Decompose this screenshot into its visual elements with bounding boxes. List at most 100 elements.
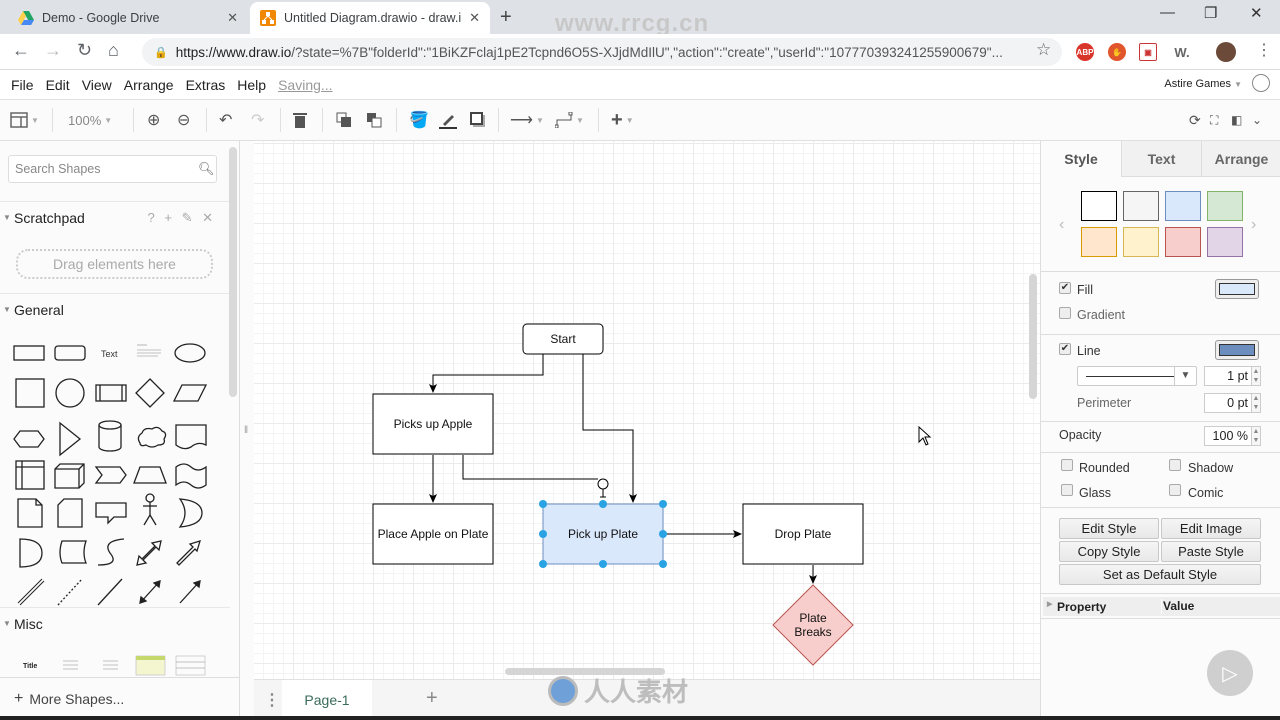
line-width-spinner[interactable]: ▲ ▼ (1251, 366, 1261, 386)
shape-or[interactable] (178, 498, 203, 528)
undo-button[interactable]: ↶ (219, 110, 232, 130)
toggle-panel-button[interactable]: ◧ (1231, 110, 1242, 130)
scratchpad-dropzone[interactable]: Drag elements here (16, 249, 213, 279)
video-play-overlay-icon[interactable]: ▷ (1207, 650, 1253, 696)
zoom-select[interactable]: 100% ▼ (68, 110, 112, 130)
shape-curve[interactable] (97, 538, 125, 566)
shape-textbox[interactable] (137, 344, 161, 357)
property-table-header[interactable]: ▶ Property Value (1043, 597, 1280, 616)
browser-tab-drawio[interactable]: Untitled Diagram.drawio - draw.io ✕ (250, 2, 490, 34)
resize-handle-s[interactable] (599, 560, 607, 568)
home-icon[interactable]: ⌂ (108, 40, 119, 61)
add-page-button[interactable]: + (426, 687, 438, 710)
style-swatch[interactable] (1081, 227, 1117, 257)
zoom-out-button[interactable]: ⊖ (177, 110, 190, 130)
new-tab-button[interactable]: + (500, 6, 512, 29)
shape-card[interactable] (57, 498, 83, 528)
chrome-menu-icon[interactable]: ⋮ (1256, 40, 1272, 60)
scratchpad-tools[interactable]: ? + ✎ ✕ (148, 210, 216, 226)
shape-table[interactable] (175, 655, 206, 676)
menu-extras[interactable]: Extras (186, 77, 226, 93)
menu-file[interactable]: File (11, 77, 34, 93)
sidebar-splitter-handle[interactable]: ‖ (244, 425, 248, 436)
close-tab-icon[interactable]: ✕ (227, 10, 238, 26)
shape-ellipse[interactable] (174, 343, 206, 363)
resize-handle-n[interactable] (599, 500, 607, 508)
adblock-icon[interactable]: ABP (1076, 43, 1094, 61)
node-plate-breaks[interactable]: Plate Breaks (772, 584, 854, 666)
edit-style-button[interactable]: Edit Style (1059, 518, 1159, 539)
page-tab-current[interactable]: Page-1 (282, 680, 372, 720)
tab-text[interactable]: Text (1121, 141, 1201, 177)
opacity-input[interactable]: 100 % (1204, 426, 1252, 446)
back-icon[interactable]: ← (12, 40, 30, 61)
shape-bidirectional-connector[interactable] (139, 580, 161, 604)
w-extension-icon[interactable]: W. (1170, 43, 1194, 61)
style-swatch[interactable] (1123, 191, 1159, 221)
shape-parallelogram[interactable] (172, 384, 208, 402)
clip-extension-icon[interactable]: ▣ (1139, 43, 1157, 61)
reload-icon[interactable]: ↻ (77, 40, 92, 61)
fill-color-button[interactable] (1215, 279, 1259, 299)
node-drop-plate[interactable]: Drop Plate (742, 503, 864, 565)
collapse-button[interactable]: ⌄ (1252, 110, 1262, 130)
node-start[interactable]: Start (522, 323, 604, 355)
fill-checkbox[interactable]: ✔ (1059, 282, 1071, 294)
shape-link[interactable] (17, 578, 45, 606)
connection-style-button[interactable]: ⟶ ▼ (510, 110, 544, 130)
shadow-checkbox[interactable] (1169, 459, 1181, 471)
shape-cloud[interactable] (137, 426, 167, 448)
shape-title[interactable]: Title (23, 663, 37, 670)
resize-handle-nw[interactable] (539, 500, 547, 508)
line-checkbox[interactable]: ✔ (1059, 343, 1071, 355)
menu-edit[interactable]: Edit (46, 77, 70, 93)
shape-line[interactable] (97, 578, 123, 606)
opacity-spinner[interactable]: ▲ ▼ (1251, 426, 1261, 446)
profile-avatar[interactable] (1216, 42, 1236, 62)
node-pick-up-plate[interactable]: Pick up Plate (542, 503, 664, 565)
resize-handle-w[interactable] (539, 530, 547, 538)
shape-actor[interactable] (143, 493, 157, 526)
resize-handle-ne[interactable] (659, 500, 667, 508)
glass-checkbox[interactable] (1061, 484, 1073, 496)
shape-rounded-rectangle[interactable] (54, 345, 86, 361)
menu-arrange[interactable]: Arrange (124, 77, 174, 93)
close-tab-icon[interactable]: ✕ (469, 10, 480, 26)
insert-button[interactable]: + ▼ (611, 109, 634, 131)
sync-button[interactable]: ⟳ (1189, 110, 1201, 130)
close-window-icon[interactable]: ✕ (1250, 4, 1263, 22)
edge-start-to-pick-up-plate[interactable] (582, 354, 637, 503)
shape-table-colored[interactable] (135, 655, 166, 676)
line-width-input[interactable]: 1 pt (1204, 366, 1252, 386)
more-shapes-button[interactable]: + More Shapes... (0, 677, 240, 720)
to-back-button[interactable] (366, 110, 382, 130)
style-swatch[interactable] (1207, 191, 1243, 221)
fullscreen-button[interactable]: ⛶ (1210, 110, 1218, 130)
shape-rectangle[interactable] (13, 345, 45, 361)
line-color-button[interactable] (1215, 340, 1259, 360)
fill-color-button[interactable]: 🪣 (409, 110, 429, 130)
tab-arrange[interactable]: Arrange (1201, 141, 1280, 177)
style-swatch[interactable] (1123, 227, 1159, 257)
rotate-handle-icon[interactable] (597, 478, 609, 498)
browser-tab-google-drive[interactable]: Demo - Google Drive ✕ (8, 2, 248, 34)
shadow-button[interactable] (470, 110, 486, 130)
perimeter-spinner[interactable]: ▲ ▼ (1251, 393, 1261, 413)
menu-help[interactable]: Help (237, 77, 266, 93)
shape-hexagon[interactable] (13, 430, 45, 448)
shape-directional-connector[interactable] (179, 580, 201, 604)
set-default-style-button[interactable]: Set as Default Style (1059, 564, 1261, 585)
edge-picks-up-apple-to-pick-up-plate[interactable] (462, 455, 598, 480)
minimize-icon[interactable]: — (1160, 4, 1175, 21)
chevron-left-icon[interactable]: ‹ (1059, 216, 1064, 234)
bookmark-star-icon[interactable]: ☆ (1036, 40, 1051, 60)
resize-handle-e[interactable] (659, 530, 667, 538)
misc-section-header[interactable]: ▼ Misc (0, 607, 230, 639)
shape-callout[interactable] (95, 502, 127, 525)
edit-image-button[interactable]: Edit Image (1161, 518, 1261, 539)
node-picks-up-apple[interactable]: Picks up Apple (372, 393, 494, 455)
shape-data-storage[interactable] (59, 540, 87, 564)
shape-cylinder[interactable] (98, 420, 122, 452)
shape-document[interactable] (175, 424, 207, 450)
shape-diamond[interactable] (135, 378, 165, 408)
